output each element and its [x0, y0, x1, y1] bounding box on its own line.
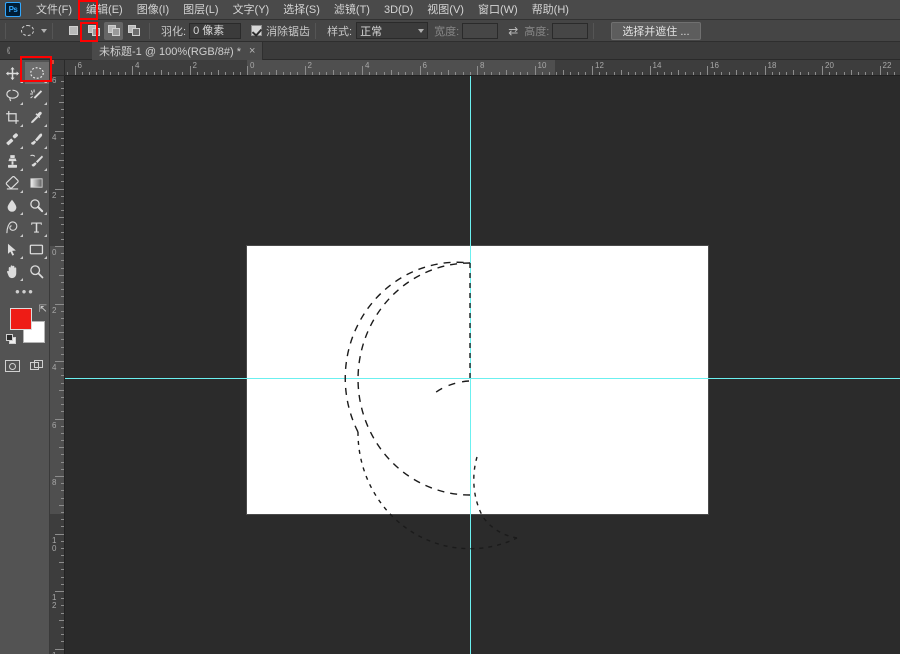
horizontal-guide[interactable]	[65, 378, 900, 379]
options-divider-3	[149, 22, 150, 39]
new-selection-mode[interactable]	[64, 22, 83, 40]
photoshop-window: Ps 文件(F) 编辑(E) 图像(I) 图层(L) 文字(Y) 选择(S) 滤…	[0, 0, 900, 654]
quick-mask-icon[interactable]	[0, 356, 25, 376]
tool-preset-picker[interactable]	[17, 22, 47, 40]
height-input[interactable]	[552, 22, 589, 39]
canvas-area[interactable]	[65, 76, 900, 654]
width-input[interactable]	[462, 22, 499, 39]
gradient-tool[interactable]	[25, 172, 50, 194]
document-tab-bar: ⟪ 未标题-1 @ 100%(RGB/8#) * ×	[0, 41, 900, 60]
add-to-selection-mode[interactable]	[84, 22, 103, 40]
color-swatches: ⇱	[0, 304, 50, 352]
style-select[interactable]: 正常	[356, 22, 429, 39]
vertical-ruler[interactable]: 64202468101214	[50, 76, 65, 654]
zoom-tool[interactable]	[25, 260, 50, 282]
dodge-tool[interactable]	[25, 194, 50, 216]
screen-mode-icon[interactable]	[25, 356, 50, 376]
intersect-selection-mode[interactable]	[124, 22, 143, 40]
hand-tool[interactable]	[0, 260, 25, 282]
move-tool[interactable]	[0, 62, 25, 84]
ruler-origin-marker	[50, 60, 54, 64]
menu-bar: Ps 文件(F) 编辑(E) 图像(I) 图层(L) 文字(Y) 选择(S) 滤…	[0, 0, 900, 20]
options-divider-4	[315, 22, 317, 39]
swap-dimensions-icon[interactable]: ⇄	[508, 25, 518, 37]
width-label: 宽度:	[434, 25, 460, 38]
document-tab[interactable]: 未标题-1 @ 100%(RGB/8#) * ×	[92, 41, 264, 60]
menu-view[interactable]: 视图(V)	[420, 1, 471, 19]
options-bar: 羽化: 0 像素 消除锯齿 样式: 正常 宽度: ⇄ 高度: 选择并遮住 ...	[0, 20, 900, 42]
clone-stamp-tool[interactable]	[0, 150, 25, 172]
tools-panel: ••• ⇱	[0, 60, 50, 654]
default-colors-icon[interactable]	[6, 334, 17, 345]
foreground-color-swatch[interactable]	[10, 308, 32, 330]
height-label: 高度:	[524, 25, 550, 38]
subtract-from-selection-mode[interactable]	[104, 21, 123, 40]
elliptical-marquee-tool[interactable]	[24, 62, 49, 84]
close-icon[interactable]: ×	[249, 45, 255, 57]
menu-help[interactable]: 帮助(H)	[525, 1, 576, 19]
history-brush-tool[interactable]	[25, 150, 50, 172]
lasso-tool[interactable]	[0, 84, 25, 106]
antialias-label: 消除锯齿	[266, 25, 311, 38]
horizontal-ruler[interactable]: 6 4 2 0 2 4 6 8 10 12 14 16 18 20 22	[65, 60, 900, 76]
feather-input[interactable]: 0 像素	[189, 22, 242, 39]
style-label: 样式:	[327, 25, 353, 38]
menu-type[interactable]: 文字(Y)	[226, 1, 277, 19]
magic-wand-tool[interactable]	[25, 84, 50, 106]
artboard[interactable]	[247, 246, 708, 514]
menu-layer[interactable]: 图层(L)	[176, 1, 225, 19]
path-selection-tool[interactable]	[0, 238, 25, 260]
brush-tool[interactable]	[25, 128, 50, 150]
healing-brush-tool[interactable]	[0, 128, 25, 150]
pen-tool[interactable]	[0, 216, 25, 238]
menu-select[interactable]: 选择(S)	[276, 1, 327, 19]
vertical-guide[interactable]	[470, 76, 471, 654]
menu-window[interactable]: 窗口(W)	[471, 1, 525, 19]
screen-mode-row	[0, 356, 49, 376]
eraser-tool[interactable]	[0, 172, 25, 194]
menu-filter[interactable]: 滤镜(T)	[327, 1, 377, 19]
panel-grip-icon[interactable]: ⟪	[0, 42, 18, 60]
ellipse-marquee-icon	[17, 22, 37, 40]
antialias-checkbox[interactable]	[251, 25, 263, 36]
crop-tool[interactable]	[0, 106, 25, 128]
eyedropper-tool[interactable]	[25, 106, 50, 128]
select-and-mask-button[interactable]: 选择并遮住 ...	[611, 21, 701, 40]
swap-colors-icon[interactable]: ⇱	[39, 304, 47, 315]
chevron-down-icon[interactable]	[41, 28, 47, 33]
menu-file[interactable]: 文件(F)	[29, 1, 79, 19]
chevron-down-icon	[418, 28, 425, 33]
type-tool[interactable]	[25, 216, 50, 238]
rectangle-shape-tool[interactable]	[25, 238, 50, 260]
menu-3d[interactable]: 3D(D)	[377, 1, 420, 19]
menu-image[interactable]: 图像(I)	[130, 1, 176, 19]
options-divider-5	[593, 22, 595, 39]
selection-mode-group	[64, 21, 144, 40]
style-value: 正常	[360, 25, 383, 38]
photoshop-logo-icon: Ps	[5, 2, 21, 17]
feather-label: 羽化:	[161, 25, 187, 38]
options-divider-2	[52, 22, 53, 39]
document-tab-label: 未标题-1 @ 100%(RGB/8#) *	[99, 45, 241, 58]
menu-edit[interactable]: 编辑(E)	[79, 1, 130, 19]
blur-tool[interactable]	[0, 194, 25, 216]
edit-toolbar-button[interactable]: •••	[0, 282, 50, 300]
options-divider-1	[5, 22, 6, 39]
